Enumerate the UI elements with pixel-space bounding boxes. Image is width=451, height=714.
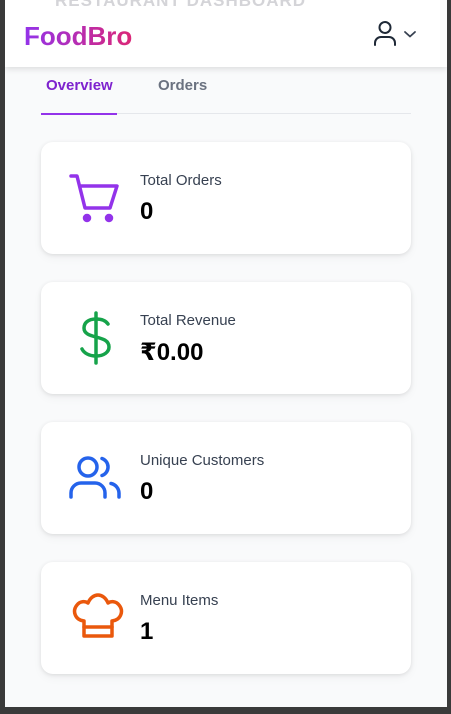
stat-value: 1 [140, 618, 154, 645]
chef-hat-icon [68, 591, 124, 647]
stat-label: Menu Items [140, 592, 219, 609]
stat-card-unique-customers: Unique Customers 0 [41, 422, 411, 534]
chevron-down-icon [403, 26, 417, 44]
stat-label: Unique Customers [140, 452, 265, 469]
stat-value: 0 [140, 198, 154, 225]
user-menu-button[interactable] [373, 20, 433, 50]
shopping-cart-icon [68, 171, 124, 227]
stat-value: 0 [140, 478, 154, 505]
top-header: RESTAURANT DASHBOARD FoodBro [5, 0, 447, 67]
tab-orders[interactable]: Orders [158, 77, 207, 114]
header-background-text: RESTAURANT DASHBOARD [55, 0, 307, 10]
stat-label: Total Orders [140, 172, 222, 189]
brand-logo[interactable]: FoodBro [24, 21, 132, 52]
app-frame: RESTAURANT DASHBOARD FoodBro Overview Or… [5, 0, 447, 707]
users-icon [68, 451, 124, 507]
dashboard-tabs: Overview Orders [41, 67, 411, 115]
stat-card-total-orders: Total Orders 0 [41, 142, 411, 254]
dollar-icon [68, 311, 124, 367]
stat-card-total-revenue: Total Revenue ₹0.00 [41, 282, 411, 394]
stat-card-menu-items: Menu Items 1 [41, 562, 411, 674]
tab-overview[interactable]: Overview [41, 77, 117, 115]
stat-label: Total Revenue [140, 312, 236, 329]
user-icon [373, 20, 397, 51]
stat-value: ₹0.00 [140, 339, 204, 366]
